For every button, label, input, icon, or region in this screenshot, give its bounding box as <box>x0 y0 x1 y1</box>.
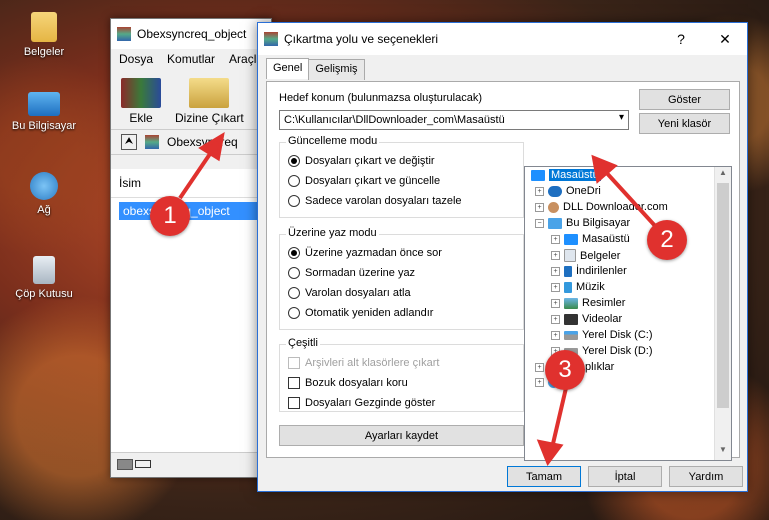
step-marker-1: 1 <box>150 196 190 236</box>
arrow-1-head <box>198 132 225 162</box>
arrow-3-shaft <box>550 387 568 449</box>
step-marker-3: 3 <box>545 350 585 390</box>
arrow-1-shaft <box>178 146 216 200</box>
step-marker-2: 2 <box>647 220 687 260</box>
arrow-3-head <box>536 439 564 467</box>
arrow-2-shaft <box>602 168 659 230</box>
annotation-arrows <box>178 132 659 467</box>
